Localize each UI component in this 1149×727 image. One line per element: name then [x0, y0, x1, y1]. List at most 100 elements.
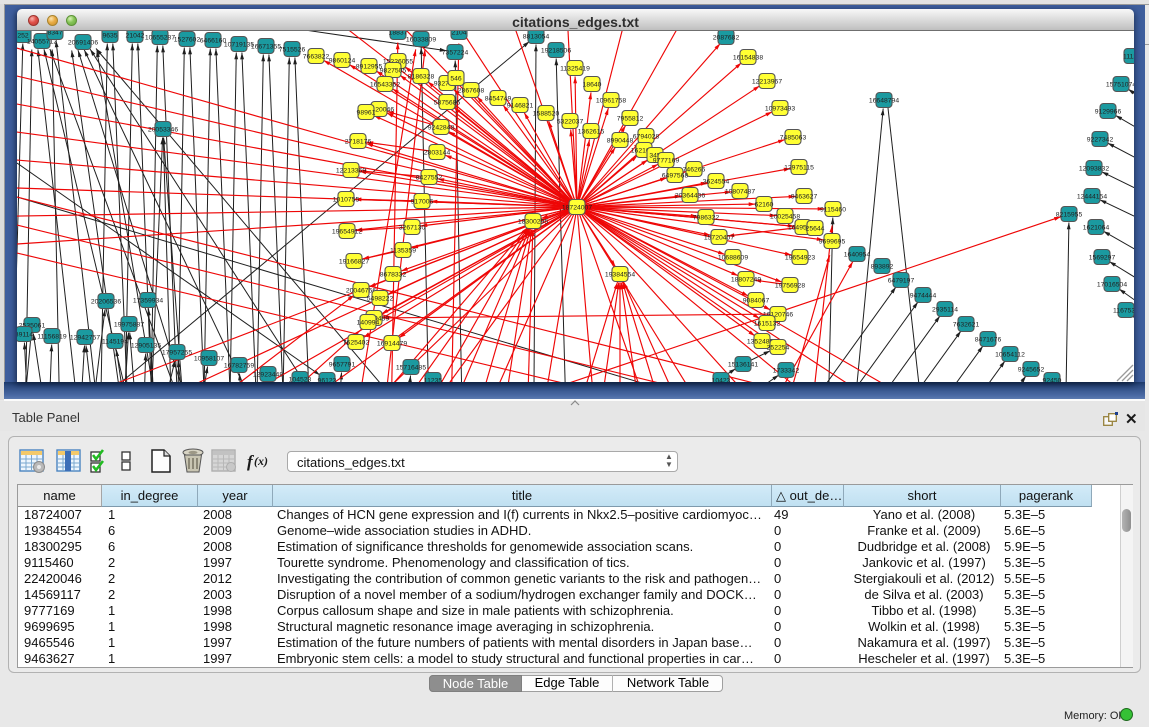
- svg-text:12213369: 12213369: [336, 167, 366, 174]
- svg-text:15136141: 15136141: [728, 361, 758, 368]
- svg-text:16782759: 16782759: [224, 362, 254, 369]
- svg-text:7663822: 7663822: [303, 53, 330, 60]
- svg-text:17957255: 17957255: [162, 349, 192, 356]
- svg-text:8186328: 8186328: [408, 73, 435, 80]
- svg-text:104523: 104523: [289, 376, 312, 382]
- svg-text:1135359: 1135359: [390, 247, 416, 254]
- svg-text:15716485: 15716485: [396, 364, 426, 371]
- svg-text:10961758: 10961758: [596, 97, 626, 104]
- svg-text:1640954: 1640954: [844, 251, 871, 258]
- svg-text:3624554: 3624554: [703, 178, 730, 185]
- svg-text:10688609: 10688609: [718, 254, 748, 261]
- svg-text:9084067: 9084067: [743, 297, 770, 304]
- svg-text:7986322: 7986322: [693, 214, 720, 221]
- svg-text:9635: 9635: [102, 32, 117, 39]
- svg-text:16648794: 16648794: [869, 97, 899, 104]
- svg-text:10807487: 10807487: [725, 188, 755, 195]
- svg-text:20053346: 20053346: [148, 126, 178, 133]
- svg-text:17359934: 17359934: [133, 297, 163, 304]
- svg-text:11325419: 11325419: [560, 65, 590, 72]
- svg-text:18724007: 18724007: [562, 204, 592, 211]
- svg-text:15720407: 15720407: [704, 234, 734, 241]
- svg-text:2935114: 2935114: [932, 306, 958, 313]
- svg-text:96123: 96123: [318, 377, 337, 382]
- svg-text:8813054: 8813054: [523, 33, 550, 40]
- svg-text:546: 546: [450, 75, 462, 82]
- svg-text:2718176: 2718176: [345, 138, 372, 145]
- svg-text:12213967: 12213967: [752, 78, 782, 85]
- svg-text:20364436: 20364436: [675, 192, 705, 199]
- svg-text:5875685: 5875685: [434, 99, 461, 106]
- svg-text:20691406: 20691406: [68, 39, 98, 46]
- svg-text:2087682: 2087682: [713, 34, 740, 41]
- svg-text:893892: 893892: [871, 263, 894, 270]
- svg-text:19654923: 19654923: [785, 254, 815, 261]
- svg-text:1569297: 1569297: [1089, 254, 1116, 261]
- svg-text:7357224: 7357224: [442, 49, 469, 56]
- svg-text:5322037: 5322037: [557, 118, 584, 125]
- svg-text:7625402: 7625402: [343, 339, 370, 346]
- svg-text:10655287: 10655287: [145, 34, 175, 41]
- svg-text:(x): (x): [254, 454, 268, 468]
- svg-text:9129966: 9129966: [1095, 108, 1122, 115]
- svg-text:18837: 18837: [389, 31, 408, 36]
- svg-text:8454749: 8454749: [485, 95, 512, 102]
- svg-text:140994: 140994: [357, 319, 380, 326]
- svg-text:2867608: 2867608: [458, 87, 485, 94]
- svg-text:1167533: 1167533: [1113, 307, 1134, 314]
- svg-text:39114: 39114: [17, 331, 33, 338]
- svg-text:18640: 18640: [583, 81, 602, 88]
- svg-text:9699695: 9699695: [819, 238, 846, 245]
- svg-text:18300295: 18300295: [518, 218, 548, 225]
- svg-text:6497568: 6497568: [662, 172, 689, 179]
- svg-text:7955812: 7955812: [617, 115, 644, 122]
- svg-text:20206536: 20206536: [91, 298, 121, 305]
- svg-text:5498222: 5498222: [367, 295, 394, 302]
- svg-text:9245652: 9245652: [1018, 366, 1045, 373]
- svg-text:11124: 11124: [1123, 53, 1134, 60]
- svg-text:8912955: 8912955: [356, 63, 383, 70]
- svg-text:19384554: 19384554: [605, 271, 635, 278]
- svg-text:8471676: 8471676: [975, 336, 1002, 343]
- svg-text:21042: 21042: [126, 32, 145, 39]
- svg-text:8427552: 8427552: [416, 174, 443, 181]
- svg-text:1733342: 1733342: [773, 367, 800, 374]
- svg-text:1010755: 1010755: [333, 196, 360, 203]
- svg-text:10973493: 10973493: [765, 105, 795, 112]
- svg-text:10423: 10423: [712, 377, 731, 382]
- svg-text:19218506: 19218506: [541, 47, 571, 54]
- svg-text:8990448: 8990448: [607, 137, 634, 144]
- svg-text:1621064: 1621064: [1083, 224, 1110, 231]
- svg-text:16671355: 16671355: [251, 43, 281, 50]
- svg-text:12923448: 12923448: [253, 371, 283, 378]
- svg-text:11235: 11235: [424, 377, 443, 382]
- svg-text:16033809: 16033809: [406, 36, 436, 43]
- svg-text:917006: 917006: [411, 198, 434, 205]
- svg-text:12975115: 12975115: [784, 164, 814, 171]
- svg-text:16914479: 16914479: [377, 340, 407, 347]
- svg-text:16543362: 16543362: [370, 81, 400, 88]
- svg-text:9657791: 9657791: [329, 361, 356, 368]
- svg-text:19166827: 19166827: [339, 258, 369, 265]
- svg-text:9474444: 9474444: [910, 292, 937, 299]
- svg-text:9115460: 9115460: [820, 206, 846, 213]
- svg-text:12444154: 12444154: [1077, 193, 1107, 200]
- svg-text:6794028: 6794028: [633, 133, 660, 140]
- svg-text:10654112: 10654112: [995, 351, 1025, 358]
- svg-text:9827505: 9827505: [380, 67, 407, 74]
- svg-text:9777169: 9777169: [653, 157, 680, 164]
- svg-text:62160: 62160: [755, 201, 774, 208]
- svg-text:19756928: 19756928: [775, 282, 805, 289]
- svg-text:15751074: 15751074: [1106, 81, 1134, 88]
- svg-text:8678332: 8678332: [380, 271, 407, 278]
- svg-text:12093832: 12093832: [1079, 165, 1109, 172]
- svg-text:18807249: 18807249: [731, 276, 761, 283]
- svg-text:8347: 8347: [47, 31, 62, 36]
- svg-text:7485063: 7485063: [780, 134, 807, 141]
- svg-text:1145194: 1145194: [102, 338, 128, 345]
- svg-text:10025458: 10025458: [770, 213, 800, 220]
- svg-text:6479197: 6479197: [888, 277, 915, 284]
- svg-text:9146821: 9146821: [507, 102, 534, 109]
- svg-text:92450: 92450: [1043, 377, 1062, 382]
- svg-text:19975887: 19975887: [114, 321, 144, 328]
